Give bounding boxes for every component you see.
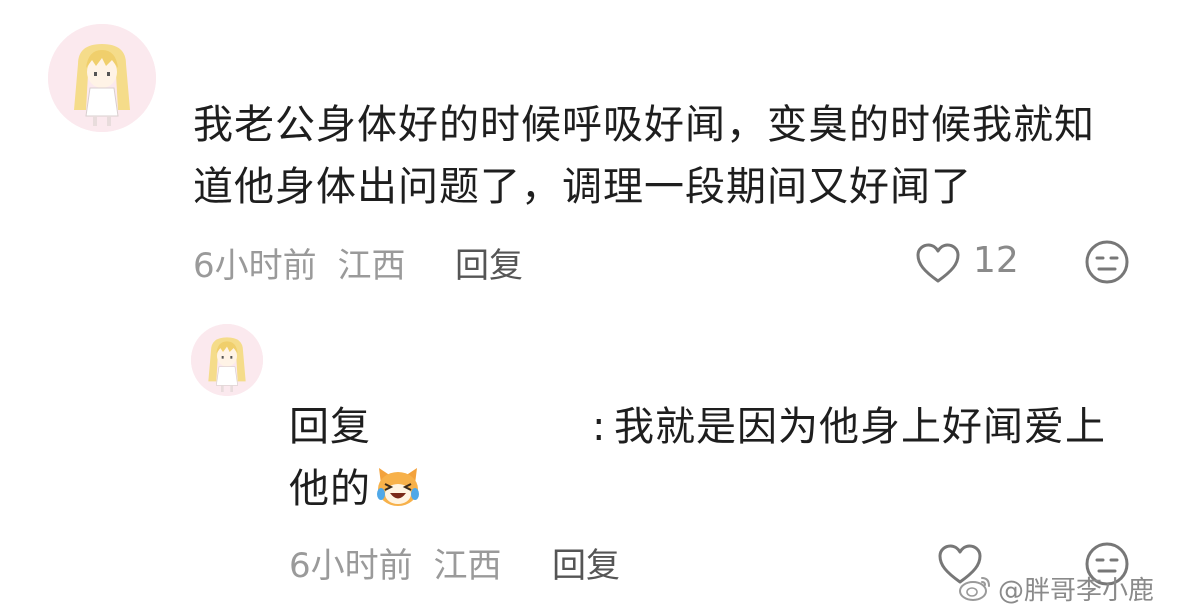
weibo-watermark: @胖哥李小鹿: [958, 570, 1154, 606]
comment-body: 我老公身体好的时候呼吸好闻，变臭的时候我就知 道他身体出问题了，调理一段期间又好…: [193, 94, 1133, 218]
anime-girl-avatar-icon: [191, 324, 263, 396]
reply-prefix: 回复: [289, 404, 371, 450]
reply-meta: 6小时前 江西: [289, 538, 501, 587]
replier-avatar[interactable]: [191, 324, 263, 396]
dislike-button[interactable]: [1083, 238, 1131, 286]
like-count: 12: [973, 240, 1019, 281]
heart-outline-icon: [916, 243, 960, 283]
comment-location: 江西: [337, 246, 406, 286]
commenter-avatar[interactable]: [48, 24, 156, 132]
reply-separator: :: [592, 404, 607, 450]
anime-girl-avatar-icon: [48, 24, 156, 132]
reply-text-first: 我就是因为他身上好闻爱上: [614, 404, 1106, 450]
weibo-logo-icon: [958, 574, 992, 602]
comment-reply-button[interactable]: 回复: [455, 238, 523, 287]
reply-text-line-1: 回复: 我就是因为他身上好闻爱上: [289, 396, 1149, 458]
reply-body: 回复: 我就是因为他身上好闻爱上 他的: [289, 396, 1149, 520]
comment-meta: 6小时前 江西: [193, 238, 405, 287]
comment-time: 6小时前: [193, 246, 317, 286]
reply-text-second: 他的: [289, 466, 371, 512]
comment-text-line: 我老公身体好的时候呼吸好闻，变臭的时候我就知: [193, 102, 1095, 148]
reply-time: 6小时前: [289, 546, 413, 586]
comment-text-line: 道他身体出问题了，调理一段期间又好闻了: [193, 164, 972, 210]
reply-location: 江西: [433, 546, 502, 586]
like-button[interactable]: [914, 241, 962, 285]
meh-face-icon: [1085, 240, 1129, 284]
watermark-text: @胖哥李小鹿: [998, 575, 1155, 606]
crying-laughing-cat-emoji: [373, 460, 423, 510]
reply-reply-button[interactable]: 回复: [552, 538, 620, 587]
reply-text-line-2: 他的: [289, 458, 1149, 520]
